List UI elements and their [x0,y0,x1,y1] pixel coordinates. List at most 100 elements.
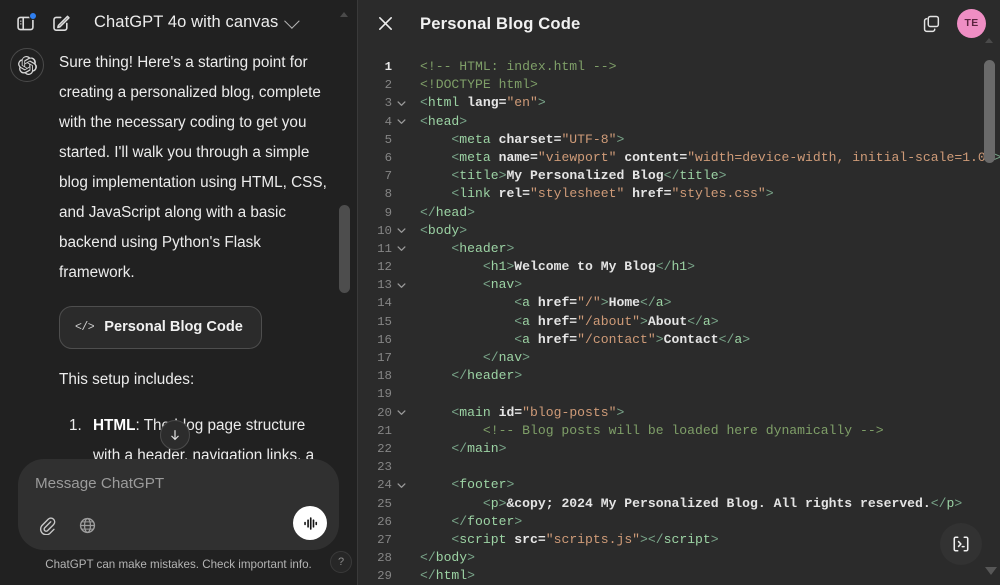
chat-scrollbar-thumb[interactable] [339,205,350,293]
code-fold-chevron-down-icon[interactable] [392,222,410,240]
close-canvas-button[interactable] [370,9,400,39]
code-line[interactable]: 19 [358,385,1000,403]
code-token-br: < [420,168,460,184]
code-token-str: "/about" [577,313,641,329]
message-input[interactable]: Message ChatGPT [32,473,325,492]
line-number: 25 [377,496,392,511]
code-token-tag: html [435,568,468,584]
code-token-br: </ [420,513,468,529]
code-fold-chevron-down-icon[interactable] [392,276,410,294]
code-line[interactable]: 1 <!-- HTML: index.html --> [358,58,1000,76]
line-number: 26 [377,514,392,529]
code-content: </footer> [410,513,522,531]
code-editor[interactable]: 1 <!-- HTML: index.html --> 2 <!DOCTYPE htm… [358,58,1000,585]
code-line[interactable]: 20 <main id="blog-posts"> [358,404,1000,422]
code-token-attr: charset= [490,131,562,147]
code-token-br: < [420,240,460,256]
code-line[interactable]: 23 [358,458,1000,476]
code-token-tag: body [435,550,468,566]
code-fold-chevron-down-icon[interactable] [392,476,410,494]
code-token-str: "stylesheet" [530,186,625,202]
code-content: </html> [410,567,475,585]
code-token-br: < [420,277,491,293]
code-token-br: < [420,131,460,147]
code-line[interactable]: 2 <!DOCTYPE html> [358,76,1000,94]
canvas-scrollbar-thumb[interactable] [984,60,995,163]
code-line[interactable]: 16 <a href="/contact">Contact</a> [358,331,1000,349]
code-line[interactable]: 11 <header> [358,240,1000,258]
code-line[interactable]: 24 <footer> [358,476,1000,494]
scrollbar-up-arrow-icon[interactable] [340,12,349,21]
code-token-tag: a [522,331,531,347]
code-line[interactable]: 7 <title>My Personalized Blog</title> [358,167,1000,185]
paperclip-icon[interactable] [32,510,62,540]
line-number: 1 [384,60,392,74]
code-fold-chevron-down-icon[interactable] [392,113,410,131]
code-line[interactable]: 13 <nav> [358,276,1000,294]
code-token-br: </ [640,295,656,311]
code-token-str: "/contact" [577,331,656,347]
code-line[interactable]: 6 <meta name="viewport" content="width=d… [358,149,1000,167]
notification-dot [29,12,37,20]
resize-corner-icon [984,564,998,583]
terminal-console-button[interactable] [940,523,982,565]
code-token-br: < [420,495,491,511]
composer[interactable]: Message ChatGPT [18,459,339,550]
code-token-tag: link [459,186,491,202]
code-line[interactable]: 29 </html> [358,567,1000,585]
code-token-br: > [655,331,664,347]
code-token-tag: nav [490,277,515,293]
code-content: <a href="/about">About</a> [410,313,718,331]
code-fold-spacer [392,531,410,549]
code-fold-chevron-down-icon[interactable] [392,94,410,112]
code-content: <a href="/">Home</a> [410,294,671,312]
code-line[interactable]: 22 </main> [358,440,1000,458]
code-fold-chevron-down-icon[interactable] [392,404,410,422]
code-token-attr: content= [616,149,688,165]
help-button[interactable]: ? [330,551,352,573]
code-line[interactable]: 14 <a href="/">Home</a> [358,294,1000,312]
model-selector[interactable]: ChatGPT 4o with canvas [88,8,305,38]
code-content [410,385,428,403]
code-fold-spacer [392,495,410,513]
code-line[interactable]: 12 <h1>Welcome to My Blog</h1> [358,258,1000,276]
canvas-artifact-card[interactable]: </> Personal Blog Code [59,306,262,349]
avatar[interactable]: TE [957,9,986,38]
code-line[interactable]: 18 </header> [358,367,1000,385]
code-line[interactable]: 5 <meta charset="UTF-8"> [358,131,1000,149]
code-line[interactable]: 28 </body> [358,549,1000,567]
code-line[interactable]: 15 <a href="/about">About</a> [358,313,1000,331]
code-content: <header> [410,240,514,258]
code-line[interactable]: 3 <html lang="en"> [358,94,1000,112]
code-line[interactable]: 4 <head> [358,113,1000,131]
code-line[interactable]: 21 <!-- Blog posts will be loaded here d… [358,422,1000,440]
arrow-down-icon [171,430,179,441]
code-line[interactable]: 9 </head> [358,204,1000,222]
code-fold-spacer [392,149,410,167]
code-line[interactable]: 10 <body> [358,222,1000,240]
globe-icon[interactable] [72,510,102,540]
code-line[interactable]: 17 </nav> [358,349,1000,367]
voice-mode-button[interactable] [293,506,327,540]
code-line[interactable]: 8 <link rel="stylesheet" href="styles.cs… [358,185,1000,203]
code-content [410,458,428,476]
code-content: <p > &copy; 2024 My Personalized Blog. All… [410,495,962,513]
code-line[interactable]: 26 </footer> [358,513,1000,531]
new-chat-pencil-icon[interactable] [44,6,78,40]
code-token-br: > [742,331,751,347]
code-token-br: > [514,368,523,384]
code-token-br: > [765,186,774,202]
scroll-to-bottom-button[interactable] [160,420,190,450]
line-number: 11 [377,241,392,256]
copy-duplicate-icon[interactable] [917,10,945,38]
code-line[interactable]: 25 <p > &copy; 2024 My Personalized Blog. … [358,495,1000,513]
scrollbar-up-arrow-icon[interactable] [985,38,993,43]
canvas-scrollbar[interactable] [984,38,995,578]
code-fold-chevron-down-icon[interactable] [392,240,410,258]
line-number: 29 [377,569,392,584]
code-token-tag: head [435,204,468,220]
code-fold-spacer [392,567,410,585]
code-line[interactable]: 27 <script src="scripts.js"></script> [358,531,1000,549]
code-token-str: "viewport" [537,149,617,165]
sidebar-toggle-icon[interactable] [8,6,42,40]
